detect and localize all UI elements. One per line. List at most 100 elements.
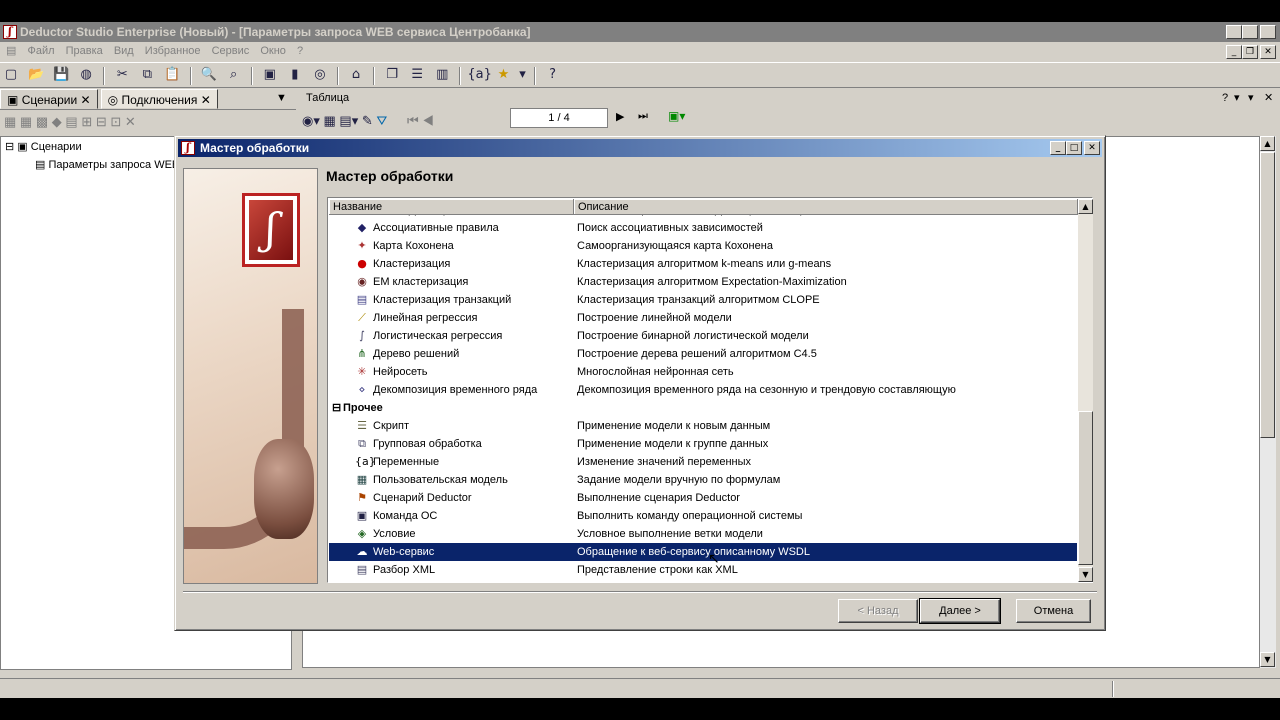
list-item[interactable]: ☰ Скрипт Применение модели к новым данным <box>329 417 1077 435</box>
wizard-icon[interactable]: ✎ <box>362 113 373 128</box>
cancel-button[interactable]: Отмена <box>1016 599 1091 623</box>
tile-vertical-icon[interactable]: ▥ <box>431 64 453 86</box>
list-scroll-down-icon[interactable]: ▼ <box>1078 567 1093 582</box>
database-icon[interactable]: ▮ <box>284 64 306 86</box>
list-item[interactable]: ⟋ Линейная регрессия Построение линейной м… <box>329 309 1077 327</box>
new-icon[interactable]: ▢ <box>0 64 22 86</box>
connect-icon[interactable]: ◍ <box>75 64 97 86</box>
menu-edit[interactable]: Правка <box>62 42 107 60</box>
list-item[interactable]: {a} Переменные Изменение значений переменн… <box>329 453 1077 471</box>
panel-close-icon[interactable]: ✕ <box>1264 88 1273 108</box>
find-icon[interactable]: 🔍 <box>198 64 220 86</box>
column-header-name[interactable]: Название <box>329 199 574 215</box>
tree-tool-icon[interactable]: ⊟ <box>96 114 107 129</box>
menu-window[interactable]: Окно <box>256 42 290 60</box>
save-icon[interactable]: 💾 <box>50 64 72 86</box>
list-scroll-thumb[interactable] <box>1078 411 1093 565</box>
filter-icon[interactable]: ⛛ <box>376 113 387 128</box>
properties-icon[interactable]: ▦ <box>324 113 336 128</box>
right-scrollbar[interactable]: ▲ ▼ <box>1260 136 1276 668</box>
list-item[interactable]: ⧉ Групповая обработка Применение модели к … <box>329 435 1077 453</box>
list-group-header[interactable]: ⊟ Прочее <box>329 399 1077 417</box>
paste-icon[interactable]: 📋 <box>161 64 183 86</box>
mdi-restore-icon[interactable]: ❐ <box>1242 45 1258 59</box>
menu-help[interactable]: ? <box>293 42 307 60</box>
menu-service[interactable]: Сервис <box>208 42 254 60</box>
list-item[interactable]: ◆ Ассоциативные правила Поиск ассоциативны… <box>329 219 1077 237</box>
tile-horizontal-icon[interactable]: ☰ <box>406 64 428 86</box>
minimize-icon[interactable]: _ <box>1226 25 1242 39</box>
find-next-icon[interactable]: ⌕ <box>223 64 245 86</box>
tree-tool-icon[interactable]: ⊡ <box>110 114 121 129</box>
tree-node-child[interactable]: ▤ Параметры запроса WEB <box>35 158 179 171</box>
copy-icon[interactable]: ⧉ <box>136 64 158 86</box>
last-page-icon[interactable]: ⏭ <box>638 110 648 123</box>
close-icon[interactable]: ✕ <box>1260 25 1276 39</box>
back-button[interactable]: < Назад <box>838 599 918 623</box>
tree-node-root[interactable]: ⊟ ▣ Сценарии <box>5 140 82 153</box>
list-scrollbar[interactable]: ▲ ▼ <box>1078 199 1093 582</box>
list-item[interactable]: ⚑ Сценарий Deductor Выполнение сценария De… <box>329 489 1077 507</box>
list-item[interactable]: ✦ Карта Кохонена Самоорганизующаяся карта … <box>329 237 1077 255</box>
list-item[interactable]: ◈ Условие Условное выполнение ветки модели <box>329 525 1077 543</box>
tab-close-icon[interactable]: ✕ <box>81 93 91 107</box>
list-item[interactable]: ⋔ Дерево решений Построение дерева решений… <box>329 345 1077 363</box>
variables-toolbar-icon[interactable]: {a} <box>467 64 492 86</box>
collapse-icon[interactable]: ⊟ <box>5 141 14 153</box>
delete-icon[interactable]: ✕ <box>125 114 136 129</box>
cascade-icon[interactable]: ❐ <box>381 64 403 86</box>
connections-icon[interactable]: ◎ <box>309 64 331 86</box>
menu-view[interactable]: Вид <box>110 42 138 60</box>
list-item[interactable]: ▦ Пользовательская модель Задание модели в… <box>329 471 1077 489</box>
tab-close-icon[interactable]: ✕ <box>201 93 211 107</box>
scroll-down-icon[interactable]: ▼ <box>1260 652 1275 667</box>
mdi-close-icon[interactable]: ✕ <box>1260 45 1276 59</box>
list-item[interactable]: ▤ Кластеризация транзакций Кластеризация т… <box>329 291 1077 309</box>
next-button[interactable]: Далее > <box>919 598 1001 624</box>
list-scroll-up-icon[interactable]: ▲ <box>1078 199 1093 214</box>
first-page-icon[interactable]: ⏮ <box>407 113 419 128</box>
list-item[interactable]: ▤ Разбор XML Представление строки как XML <box>329 561 1077 579</box>
tab-connections[interactable]: ◎ Подключения ✕ <box>100 89 218 109</box>
panel-pin-icon[interactable]: ▾ <box>1248 88 1254 108</box>
column-header-description[interactable]: Описание <box>574 199 1078 215</box>
list-item[interactable]: ☁ Web-сервис Обращение к веб-сервису описа… <box>329 543 1077 561</box>
menu-file[interactable]: Файл <box>23 42 58 60</box>
prev-page-icon[interactable]: ◀ <box>422 113 434 128</box>
menu-favorites[interactable]: Избранное <box>141 42 205 60</box>
panel-menu-icon[interactable]: ▾ <box>1234 88 1240 108</box>
scenarios-icon[interactable]: ▣ <box>259 64 281 86</box>
export-excel-icon[interactable]: ▣▾ <box>668 109 685 123</box>
list-item[interactable]: ✳ Нейросеть Многослойная нейронная сеть <box>329 363 1077 381</box>
tab-dropdown-icon[interactable]: ▼ <box>276 92 287 104</box>
help-icon[interactable]: ? <box>542 64 564 86</box>
tab-scenarios[interactable]: ▣ Сценарии ✕ <box>0 89 98 109</box>
dropdown-arrow-icon[interactable]: ▾ <box>518 64 528 86</box>
tree-tool-icon[interactable]: ▩ <box>36 114 48 129</box>
list-item[interactable]: ⋄ Декомпозиция временного ряда Декомпозици… <box>329 381 1077 399</box>
restore-icon[interactable]: ❐ <box>1242 25 1258 39</box>
next-page-icon[interactable]: ▶ <box>616 110 624 123</box>
tree-tool-icon[interactable]: ◆ <box>52 114 62 129</box>
favorites-star-icon[interactable]: ★ <box>492 64 514 86</box>
list-item[interactable]: ∫ Логистическая регрессия Построение бинар… <box>329 327 1077 345</box>
doc-icon[interactable]: ▤ <box>0 42 20 60</box>
tree-tool-icon[interactable]: ▦ <box>20 114 32 129</box>
home-icon[interactable]: ⌂ <box>345 64 367 86</box>
scroll-up-icon[interactable]: ▲ <box>1260 136 1275 151</box>
dialog-close-icon[interactable]: ✕ <box>1084 141 1100 155</box>
tree-tool-icon[interactable]: ▦ <box>4 114 16 129</box>
scroll-thumb[interactable] <box>1260 152 1275 438</box>
list-item[interactable]: ▣ Команда ОС Выполнить команду операционно… <box>329 507 1077 525</box>
mdi-minimize-icon[interactable]: _ <box>1226 45 1242 59</box>
collapse-group-icon[interactable]: ⊟ <box>332 399 341 417</box>
dialog-minimize-icon[interactable]: _ <box>1050 141 1066 155</box>
panel-help-button[interactable]: ? <box>1222 88 1228 108</box>
list-item[interactable]: ◉ ЕМ кластеризация Кластеризация алгоритмо… <box>329 273 1077 291</box>
tree-tool-icon[interactable]: ⊞ <box>81 114 92 129</box>
open-icon[interactable]: 📂 <box>25 64 47 86</box>
cut-icon[interactable]: ✂ <box>111 64 133 86</box>
list-item[interactable]: ● Кластеризация Кластеризация алгоритмом k… <box>329 255 1077 273</box>
dialog-maximize-icon[interactable]: □ <box>1066 141 1082 155</box>
page-indicator[interactable]: 1 / 4 <box>510 108 608 128</box>
